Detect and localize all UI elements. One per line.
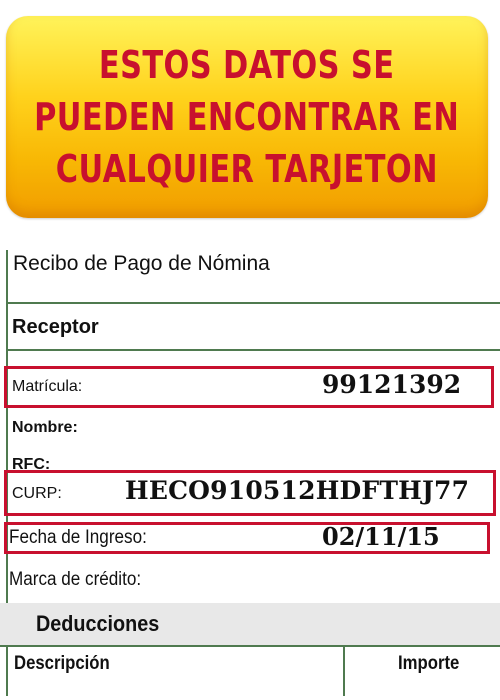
marca-credito-label: Marca de crédito: [9, 569, 142, 590]
fecha-value: 02/11/15 [322, 522, 440, 551]
banner-line-1: ESTOS DATOS SE [99, 43, 395, 87]
receptor-header: Receptor [12, 316, 99, 338]
deducciones-header: Deducciones [36, 611, 160, 636]
curp-label: CURP: [12, 485, 62, 502]
nombre-label: Nombre: [12, 419, 78, 436]
column-importe: Importe [398, 653, 460, 674]
payroll-receipt: Recibo de Pago de Nómina Receptor Matríc… [0, 236, 500, 700]
fecha-label: Fecha de Ingreso: [9, 527, 147, 548]
column-descripcion: Descripción [14, 653, 110, 674]
matricula-label: Matrícula: [12, 378, 83, 395]
banner-line-2: PUEDEN ENCONTRAR EN [34, 95, 460, 139]
divider-receptor [6, 349, 500, 351]
receipt-title: Recibo de Pago de Nómina [13, 252, 270, 275]
curp-value: HECO910512HDFTHJ77 [125, 476, 470, 505]
banner-line-3: CUALQUIER TARJETON [55, 147, 439, 191]
info-banner: ESTOS DATOS SE PUEDEN ENCONTRAR EN CUALQ… [6, 16, 488, 218]
divider-deducciones [0, 645, 500, 647]
divider-title [6, 302, 500, 304]
column-divider [343, 646, 345, 696]
matricula-value: 99121392 [322, 370, 462, 399]
